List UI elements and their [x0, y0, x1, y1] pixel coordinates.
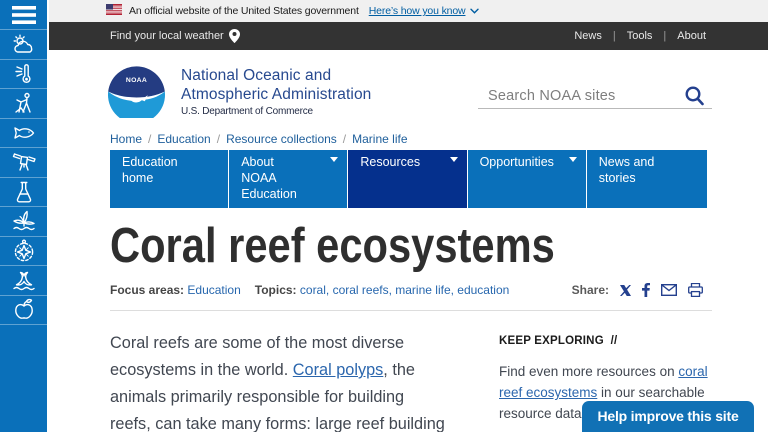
svg-text:NOAA: NOAA	[126, 77, 147, 84]
